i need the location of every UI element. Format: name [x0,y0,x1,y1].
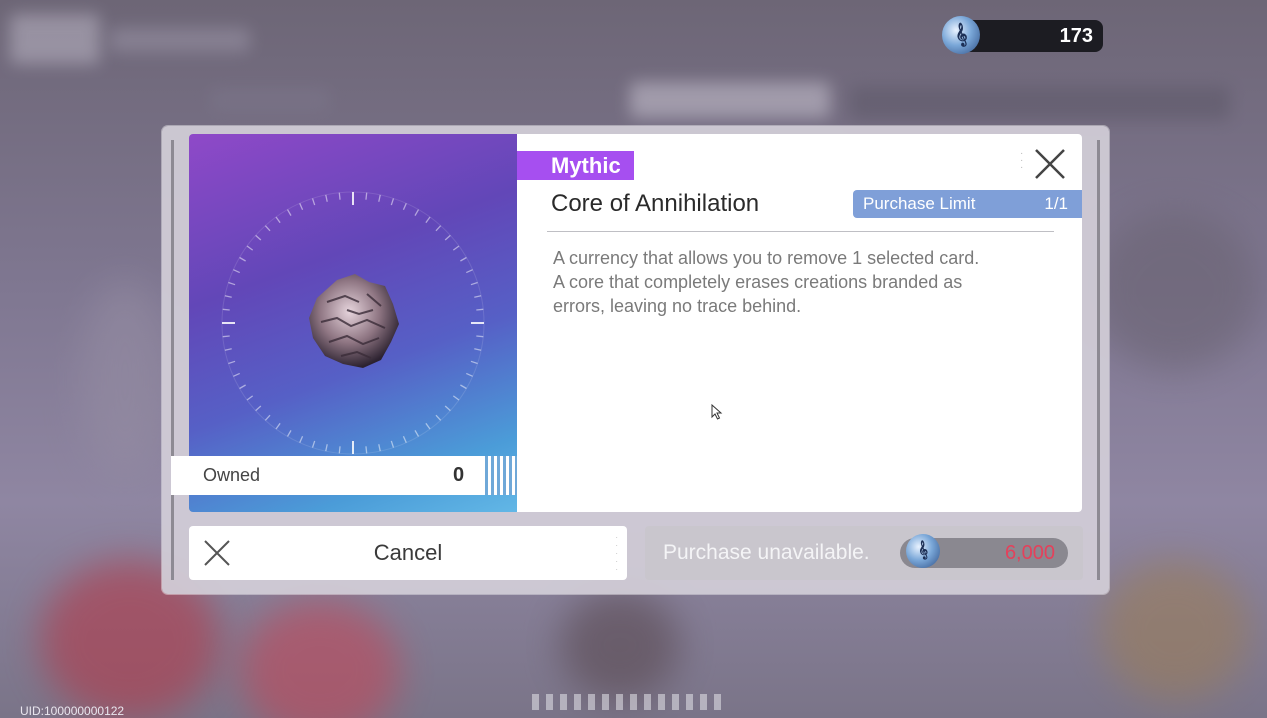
uid-label: UID:100000000122 [20,704,125,718]
music-note-token-icon: 𝄞 [902,530,944,572]
description-line: errors, leaving no trace behind. [553,296,802,316]
dial-tick [425,216,431,224]
dial-tick [222,335,230,338]
dial-tick [325,194,328,202]
dial-tick [224,295,232,298]
dial-tick [460,256,467,262]
rarity-tag: Mythic [517,151,634,180]
dial-tick [286,430,292,437]
dial-tick [402,203,407,210]
dial-tick [255,405,262,412]
dial-tick [378,194,381,202]
core-of-annihilation-image [309,274,399,368]
dial-tick [246,395,254,401]
dial-tick [414,209,420,216]
currency-counter: 𝄞 173 [938,12,1103,58]
price-pill: 𝄞 6,000 [900,530,1068,572]
purchase-limit-value: 1/1 [1044,194,1068,213]
dial-tick [474,348,482,351]
dial-tick [474,295,482,298]
dial-tick [470,360,478,365]
dial-tick [311,440,316,448]
barcode-stripes-decoration [485,456,517,495]
dial-tick [264,414,271,421]
dial-tick [365,192,368,200]
dial-tick [425,422,431,430]
price-value: 6,000 [1004,542,1055,564]
dial-tick [264,225,271,232]
owned-count-bar: Owned 0 [171,456,517,495]
dial-tick [246,245,254,251]
purchase-limit-label: Purchase Limit [863,194,976,213]
currency-amount: 173 [1059,24,1093,47]
dial-tick [435,414,442,421]
dial-tick [228,360,236,365]
dial-tick [444,234,451,241]
dial-tick [365,446,368,454]
dial-tick [476,308,484,311]
dial-tick [338,446,341,454]
purchase-limit-badge: Purchase Limit 1/1 [853,190,1082,218]
item-title: Core of Annihilation [551,190,760,217]
description-line: A currency that allows you to remove 1 s… [553,248,980,268]
item-description: A currency that allows you to remove 1 s… [553,246,1053,318]
description-line: A core that completely erases creations … [553,272,963,292]
dial-tick [390,440,395,448]
cancel-dots-decoration: · · · · · [615,533,618,574]
owned-label: Owned [203,465,261,485]
dial-tick [402,436,407,443]
close-button[interactable] [1030,144,1070,184]
dial-tick [466,372,473,377]
dial-tick [476,335,484,338]
dial-tick [311,198,316,206]
cancel-label: Cancel [373,540,443,565]
owned-value: 0 [453,464,465,486]
dial-tick [452,395,460,401]
dial-tick [233,269,240,274]
dial-tick [233,372,240,377]
close-dots-decoration: · · · [1020,148,1024,173]
dial-tick [444,405,451,412]
dial-tick [390,198,395,206]
close-icon [1035,149,1065,179]
frame-edge-left [171,140,174,580]
dial-tick [239,384,246,390]
dial-tick [466,269,473,274]
mouse-cursor-icon [711,404,723,420]
dial-tick [470,281,478,286]
dial-tick [414,430,420,437]
dial-tick [286,209,292,216]
dial-tick [452,245,460,251]
dial-tick [378,444,381,452]
dial-tick [275,422,281,430]
dial-tick [275,216,281,224]
dial-tick [239,256,246,262]
title-divider [547,231,1054,232]
cancel-x-icon [204,540,230,566]
dial-tick [299,203,304,210]
purchase-button[interactable]: Purchase unavailable. 𝄞 6,000 [645,526,1083,580]
dial-tick [325,444,328,452]
dial-tick [224,348,232,351]
dial-tick [255,234,262,241]
frame-edge-right [1097,140,1100,580]
bottom-indicator-decoration [532,694,721,710]
purchase-label: Purchase unavailable. [663,541,870,564]
dial-tick [222,308,230,311]
cancel-button[interactable]: Cancel · · · · · [189,526,627,580]
dial-tick [299,436,304,443]
dial-tick [338,192,341,200]
dial-tick [460,384,467,390]
dial-tick [228,281,236,286]
dial-tick [435,225,442,232]
